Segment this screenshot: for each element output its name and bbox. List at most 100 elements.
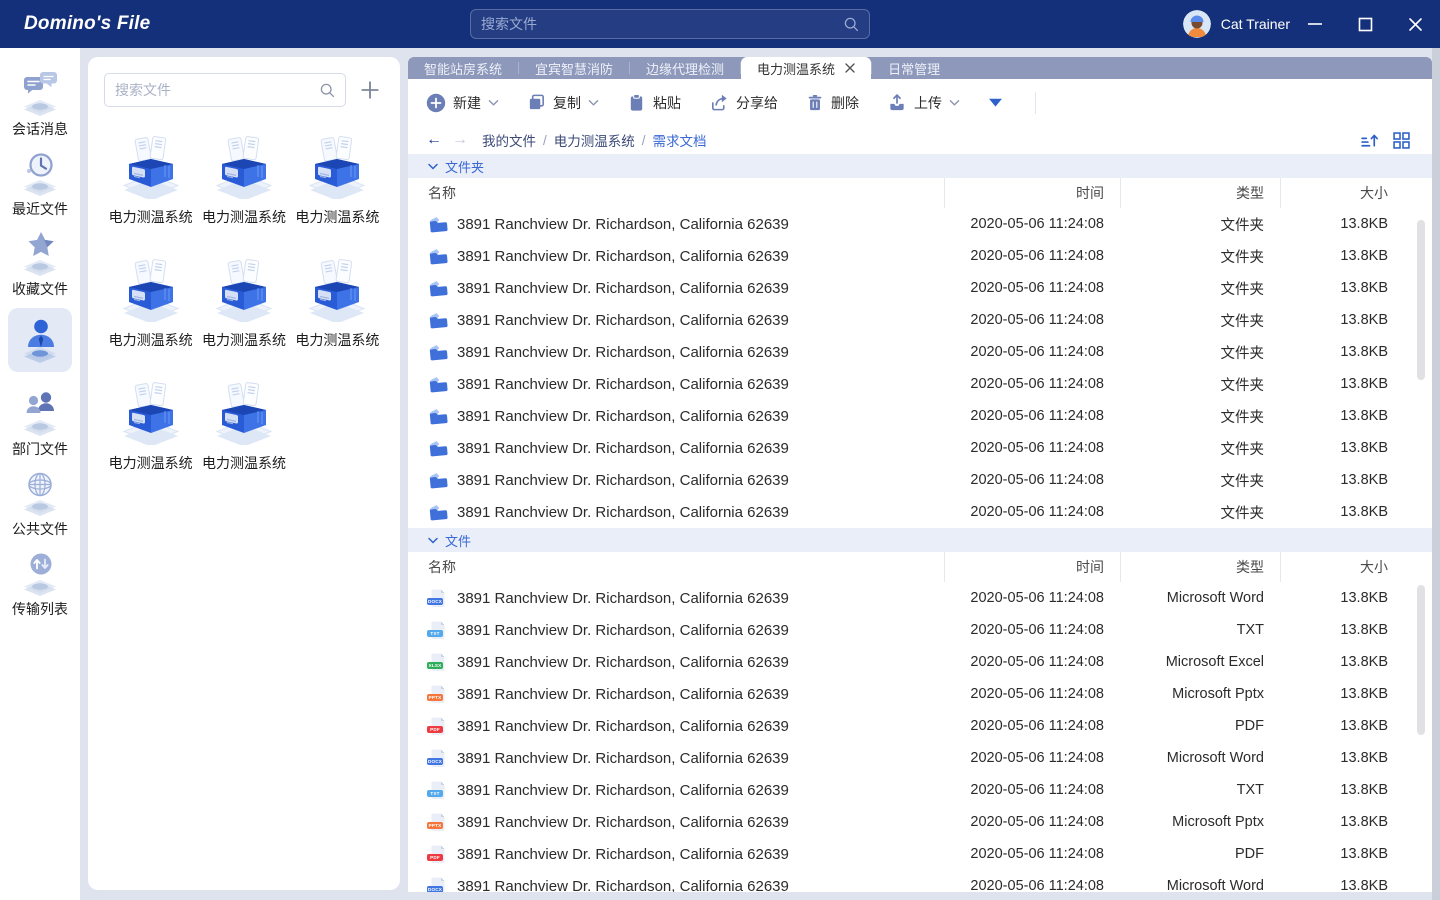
row-name: 3891 Ranchview Dr. Richardson, Californi…: [457, 686, 789, 703]
row-time: 2020-05-06 11:24:08: [944, 336, 1120, 368]
folder-grid-item[interactable]: 电力测温系统: [197, 379, 290, 474]
row-type: Microsoft Pptx: [1120, 678, 1280, 710]
forward-arrow-icon[interactable]: →: [452, 131, 468, 149]
folder-grid-item[interactable]: 电力测温系统: [104, 256, 197, 351]
row-size: 13.8KB: [1280, 400, 1404, 432]
breadcrumb-separator: /: [642, 133, 646, 148]
row-type: 文件夹: [1120, 208, 1280, 240]
column-header-time[interactable]: 时间: [944, 552, 1120, 582]
folder-row[interactable]: 3891 Ranchview Dr. Richardson, Californi…: [408, 496, 1432, 528]
file-ext-badge: DOCX: [427, 886, 443, 893]
column-header-name[interactable]: 名称: [408, 552, 944, 582]
folder-grid-item[interactable]: 电力测温系统: [104, 133, 197, 228]
file-row[interactable]: PPTX 3891 Ranchview Dr. Richardson, Cali…: [408, 678, 1432, 710]
global-search-input[interactable]: [481, 16, 843, 32]
file-row[interactable]: DOCX 3891 Ranchview Dr. Richardson, Cali…: [408, 870, 1432, 892]
back-arrow-icon[interactable]: ←: [426, 131, 442, 149]
file-row[interactable]: TXT 3891 Ranchview Dr. Richardson, Calif…: [408, 774, 1432, 806]
panel-search-input[interactable]: [115, 82, 319, 98]
folder-row[interactable]: 3891 Ranchview Dr. Richardson, Californi…: [408, 304, 1432, 336]
breadcrumb: ← → 我的文件 / 电力测温系统 / 需求文档: [408, 126, 1432, 154]
folder-grid-item[interactable]: 电力测温系统: [197, 133, 290, 228]
folder-grid-item[interactable]: 电力测温系统: [104, 379, 197, 474]
add-folder-button[interactable]: [356, 76, 384, 104]
share-icon: [709, 93, 729, 112]
folder-row[interactable]: 3891 Ranchview Dr. Richardson, Californi…: [408, 400, 1432, 432]
tab-close-icon[interactable]: [845, 63, 855, 73]
folders-scrollbar[interactable]: [1417, 220, 1425, 380]
folder-grid-item[interactable]: 电力测温系统: [291, 133, 384, 228]
column-header-time[interactable]: 时间: [944, 178, 1120, 208]
delete-button[interactable]: 删除: [806, 93, 859, 113]
file-row[interactable]: PDF 3891 Ranchview Dr. Richardson, Calif…: [408, 838, 1432, 870]
row-type: Microsoft Word: [1120, 870, 1280, 892]
files-section-header[interactable]: 文件: [408, 528, 1432, 552]
file-row[interactable]: XLSX 3891 Ranchview Dr. Richardson, Cali…: [408, 646, 1432, 678]
paste-button[interactable]: 粘贴: [627, 93, 681, 113]
file-ext-badge: PPTX: [427, 822, 443, 830]
file-row[interactable]: TXT 3891 Ranchview Dr. Richardson, Calif…: [408, 614, 1432, 646]
file-row[interactable]: DOCX 3891 Ranchview Dr. Richardson, Cali…: [408, 582, 1432, 614]
file-row[interactable]: PPTX 3891 Ranchview Dr. Richardson, Cali…: [408, 806, 1432, 838]
sidebar-item-public[interactable]: 公共文件: [4, 464, 76, 544]
new-button[interactable]: 新建: [426, 93, 499, 113]
breadcrumb-item[interactable]: 电力测温系统: [554, 130, 635, 150]
folder-icon: [428, 503, 448, 521]
tab[interactable]: 电力测温系统: [741, 57, 871, 79]
files-scrollbar[interactable]: [1417, 585, 1425, 735]
upload-button[interactable]: 上传: [887, 93, 960, 113]
folder-row[interactable]: 3891 Ranchview Dr. Richardson, Californi…: [408, 464, 1432, 496]
tab[interactable]: 日常管理: [872, 57, 956, 79]
maximize-button[interactable]: [1340, 0, 1390, 48]
column-header-type[interactable]: 类型: [1120, 178, 1280, 208]
sidebar-item-my-files[interactable]: [8, 308, 72, 372]
row-time: 2020-05-06 11:24:08: [944, 582, 1120, 614]
folder-row[interactable]: 3891 Ranchview Dr. Richardson, Californi…: [408, 272, 1432, 304]
folder-row[interactable]: 3891 Ranchview Dr. Richardson, Californi…: [408, 208, 1432, 240]
file-row[interactable]: PDF 3891 Ranchview Dr. Richardson, Calif…: [408, 710, 1432, 742]
breadcrumb-item-current[interactable]: 需求文档: [653, 130, 707, 150]
file-type-icon: TXT: [428, 620, 448, 640]
minimize-button[interactable]: [1290, 0, 1340, 48]
breadcrumb-item[interactable]: 我的文件: [482, 130, 536, 150]
column-header-size[interactable]: 大小: [1280, 178, 1404, 208]
share-button[interactable]: 分享给: [709, 93, 778, 113]
sidebar-item-messages[interactable]: 会话消息: [4, 64, 76, 144]
folder-icon: [428, 471, 448, 489]
close-button[interactable]: [1390, 0, 1440, 48]
row-size: 13.8KB: [1280, 464, 1404, 496]
row-type: Microsoft Word: [1120, 582, 1280, 614]
more-actions-dropdown[interactable]: [988, 97, 1003, 108]
sidebar-item-department[interactable]: 部门文件: [4, 384, 76, 464]
main-area: 智能站房系统 宜宾智慧消防 边缘代理检测 电力测温系统 日常管理: [408, 57, 1432, 892]
folder-row[interactable]: 3891 Ranchview Dr. Richardson, Californi…: [408, 240, 1432, 272]
panel-search[interactable]: [104, 73, 346, 107]
sidebar-item-favorites[interactable]: 收藏文件: [4, 224, 76, 304]
copy-button[interactable]: 复制: [527, 93, 599, 113]
row-name: 3891 Ranchview Dr. Richardson, Californi…: [457, 590, 789, 607]
folder-grid-item[interactable]: 电力测温系统: [197, 256, 290, 351]
avatar[interactable]: [1183, 10, 1211, 38]
folder-row[interactable]: 3891 Ranchview Dr. Richardson, Californi…: [408, 368, 1432, 400]
user-name[interactable]: Cat Trainer: [1221, 16, 1290, 32]
tab[interactable]: 宜宾智慧消防: [519, 57, 629, 79]
file-row[interactable]: DOCX 3891 Ranchview Dr. Richardson, Cali…: [408, 742, 1432, 774]
sidebar-item-recent[interactable]: 最近文件: [4, 144, 76, 224]
tab-label: 智能站房系统: [424, 59, 502, 78]
folder-grid-item[interactable]: 电力测温系统: [291, 256, 384, 351]
global-search[interactable]: [470, 9, 870, 39]
column-header-name[interactable]: 名称: [408, 178, 944, 208]
tab[interactable]: 智能站房系统: [408, 57, 518, 79]
folder-row[interactable]: 3891 Ranchview Dr. Richardson, Californi…: [408, 336, 1432, 368]
sort-icon[interactable]: [1360, 132, 1379, 149]
column-header-size[interactable]: 大小: [1280, 552, 1404, 582]
folder-row[interactable]: 3891 Ranchview Dr. Richardson, Californi…: [408, 432, 1432, 464]
column-header-type[interactable]: 类型: [1120, 552, 1280, 582]
grid-view-icon[interactable]: [1393, 132, 1410, 149]
row-size: 13.8KB: [1280, 496, 1404, 528]
sidebar-item-transfers[interactable]: 传输列表: [4, 544, 76, 624]
folders-section-header[interactable]: 文件夹: [408, 154, 1432, 178]
tab[interactable]: 边缘代理检测: [630, 57, 740, 79]
share-label: 分享给: [736, 93, 778, 113]
row-size: 13.8KB: [1280, 838, 1404, 870]
